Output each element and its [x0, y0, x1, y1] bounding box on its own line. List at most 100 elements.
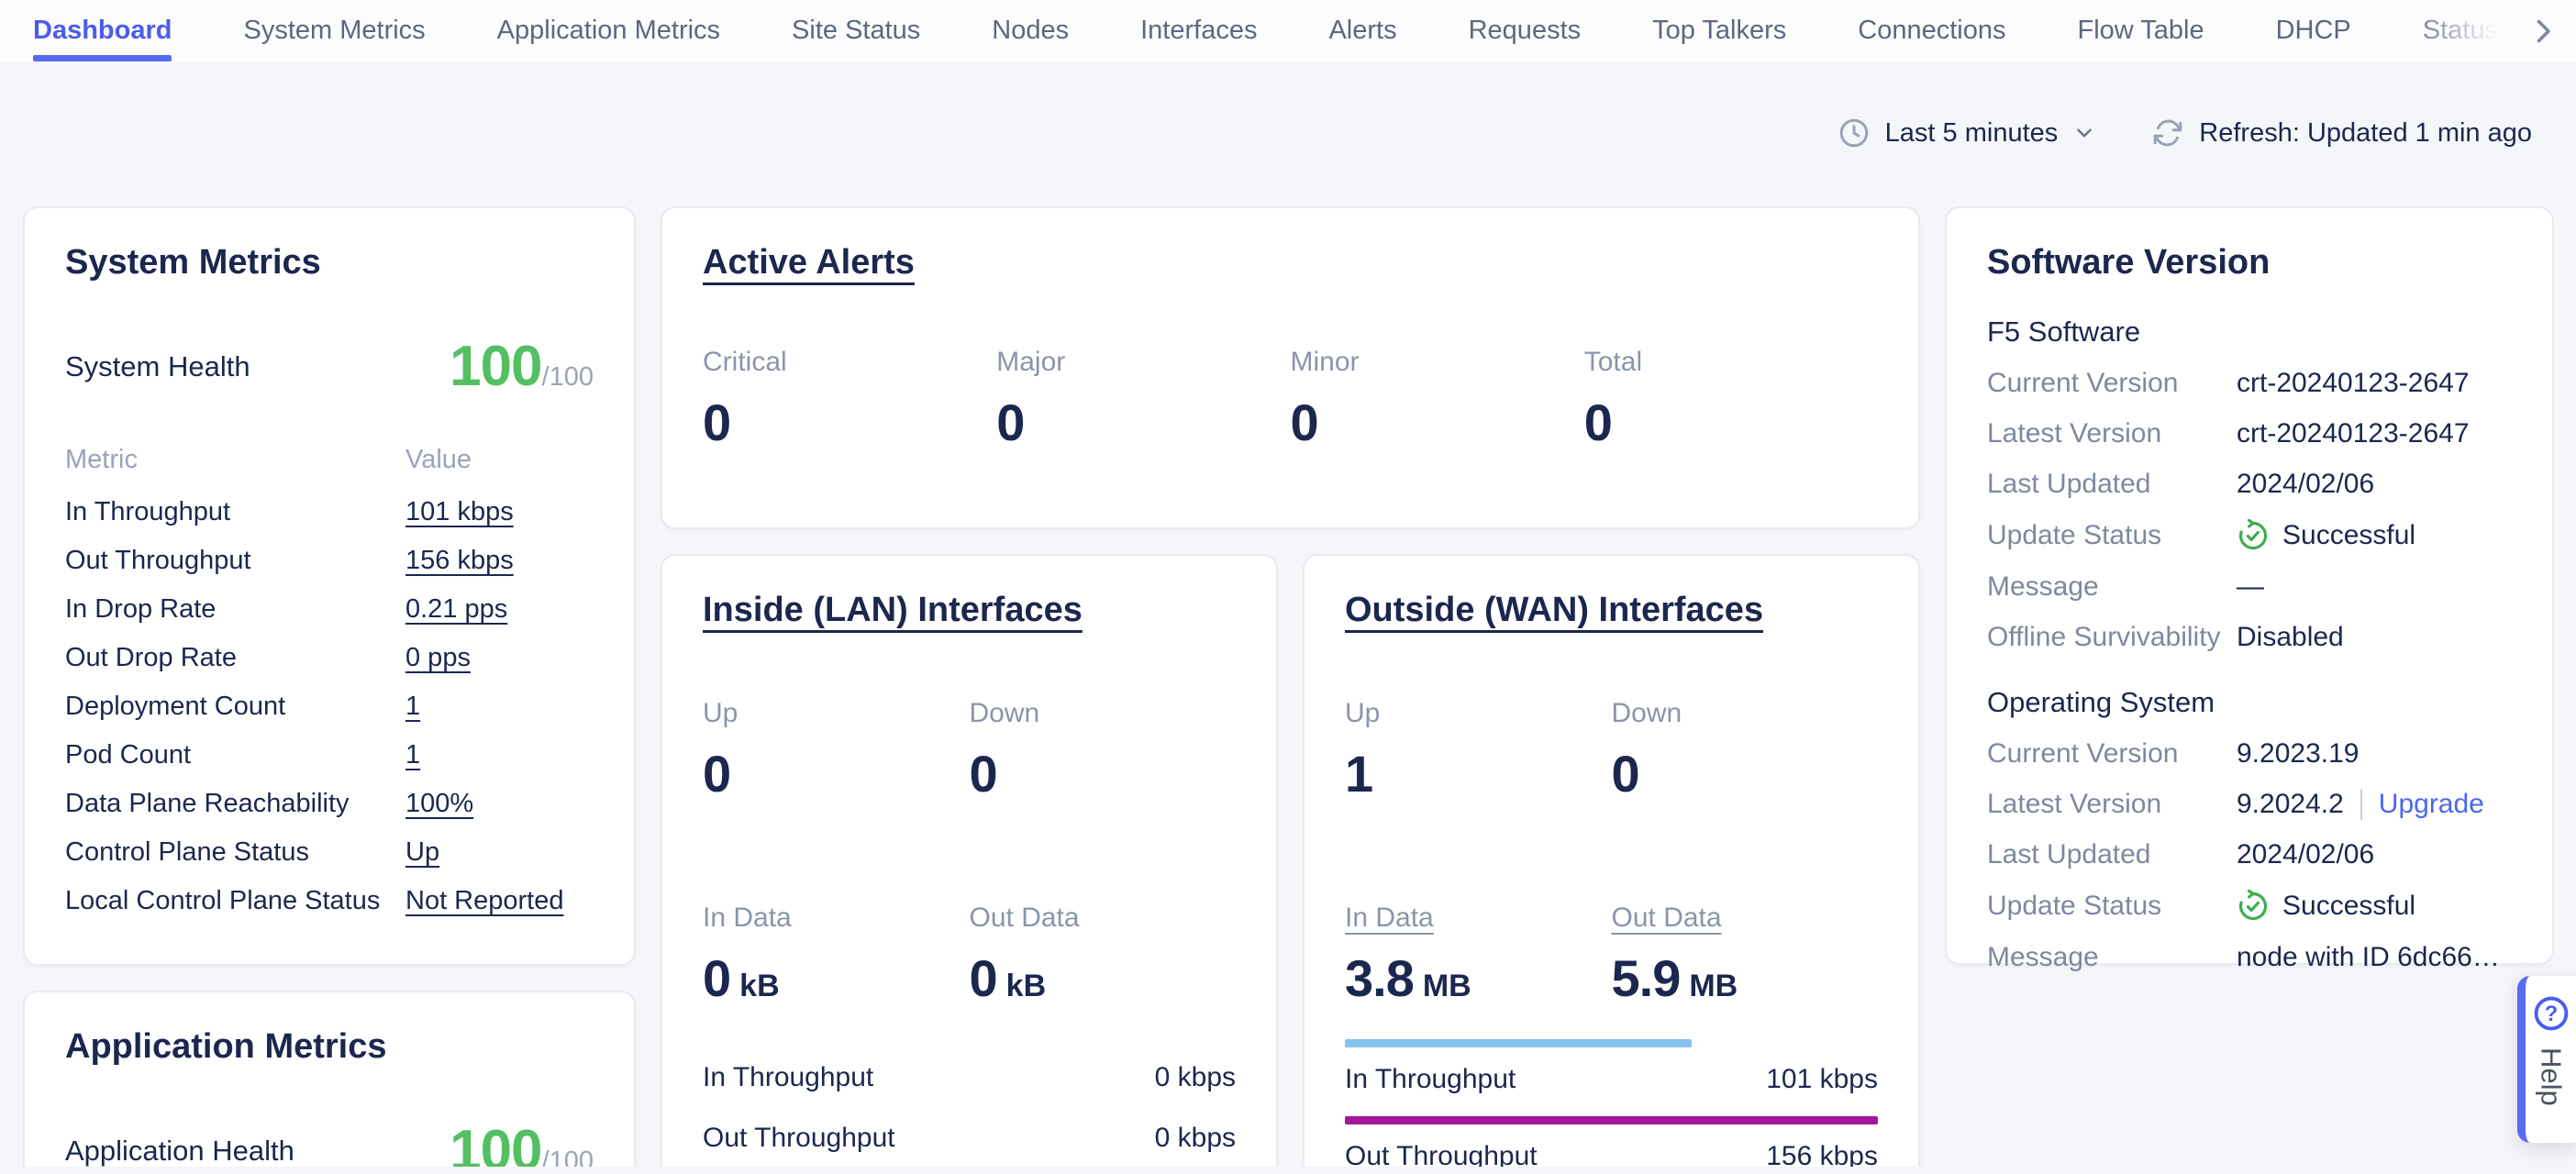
- dashboard-page: Dashboard System Metrics Application Met…: [0, 0, 2576, 1174]
- f5-offline-survivability: Disabled: [2237, 622, 2512, 653]
- lan-in-data-label: In Data: [703, 903, 970, 934]
- svg-text:?: ?: [2544, 1002, 2557, 1026]
- nav-tab[interactable]: Top Talkers: [1652, 0, 1786, 61]
- wan-up-stat: Up 1: [1345, 698, 1612, 803]
- table-header: Metric Value: [65, 445, 594, 475]
- nav-tab[interactable]: Requests: [1469, 0, 1582, 61]
- system-metrics-title: System Metrics: [65, 243, 594, 282]
- wan-updown-stats: Up 1 Down 0: [1345, 698, 1878, 803]
- nav-tab[interactable]: DHCP: [2276, 0, 2351, 61]
- nav-tab[interactable]: Connections: [1858, 0, 2005, 61]
- nav-tab[interactable]: Interfaces: [1140, 0, 1257, 61]
- system-health-label: System Health: [65, 350, 250, 383]
- alert-stat-label: Major: [996, 347, 1290, 378]
- lan-up-label: Up: [703, 698, 970, 729]
- f5-update-status-row: Update Status Successful: [1987, 519, 2512, 552]
- metric-label: Control Plane Status: [65, 837, 405, 868]
- main-content: System Metrics System Health 100 /100 Me…: [23, 206, 2554, 1167]
- column-header-value: Value: [405, 445, 594, 475]
- alert-stat-label: Critical: [703, 347, 996, 378]
- metric-value-link[interactable]: Not Reported: [405, 886, 594, 916]
- lan-title-link[interactable]: Inside (LAN) Interfaces: [703, 591, 1083, 630]
- metric-value-link[interactable]: 100%: [405, 789, 594, 819]
- wan-title-link[interactable]: Outside (WAN) Interfaces: [1345, 591, 1763, 630]
- f5-update-status: Successful: [2237, 519, 2512, 552]
- os-update-status: Successful: [2237, 890, 2512, 923]
- os-last-updated-row: Last Updated 2024/02/06: [1987, 839, 2512, 870]
- system-health-value: 100: [450, 334, 541, 399]
- lan-in-data-stat: In Data 0 kB: [703, 903, 970, 1008]
- success-check-icon: [2237, 519, 2270, 552]
- os-latest-version: 9.2024.2 Upgrade: [2237, 789, 2512, 820]
- f5-offline-survivability-row: Offline Survivability Disabled: [1987, 622, 2512, 653]
- alert-stat-value: 0: [703, 393, 996, 452]
- f5-last-updated: 2024/02/06: [2237, 469, 2512, 500]
- wan-data-stats: In Data 3.8 MB Out Data 5.9 MB: [1345, 903, 1878, 1008]
- table-row: Pod Count 1: [65, 740, 594, 767]
- nav-tab[interactable]: Dashboard: [33, 0, 172, 61]
- application-health-score: 100 /100: [450, 1118, 594, 1167]
- time-range-selector[interactable]: Last 5 minutes: [1838, 116, 2097, 150]
- vertical-divider: [2360, 789, 2362, 820]
- wan-in-throughput-row: In Throughput 101 kbps: [1345, 1061, 1878, 1098]
- metric-value-link[interactable]: 1: [405, 692, 594, 722]
- os-latest-version-row: Latest Version 9.2024.2 Upgrade: [1987, 789, 2512, 820]
- wan-in-data-link[interactable]: In Data: [1345, 903, 1612, 934]
- nav-tab[interactable]: Application Metrics: [497, 0, 720, 61]
- system-metrics-card: System Metrics System Health 100 /100 Me…: [23, 206, 636, 966]
- metric-value-link[interactable]: 0.21 pps: [405, 594, 594, 625]
- f5-software-section-header: F5 Software: [1987, 316, 2512, 349]
- metric-label: In Throughput: [65, 497, 405, 527]
- wan-down-stat: Down 0: [1612, 698, 1879, 803]
- help-tab[interactable]: ? Help: [2517, 976, 2576, 1143]
- nav-tab[interactable]: Alerts: [1328, 0, 1396, 61]
- upgrade-link[interactable]: Upgrade: [2379, 789, 2484, 820]
- center-column: Active Alerts Critical 0 Major 0: [661, 206, 1920, 1167]
- f5-current-version-row: Current Version crt-20240123-2647: [1987, 368, 2512, 399]
- wan-out-data-stat: Out Data 5.9 MB: [1612, 903, 1879, 1008]
- alert-stat: Critical 0: [703, 347, 996, 452]
- alert-stats: Critical 0 Major 0 Minor 0: [703, 347, 1878, 452]
- alert-stat-label: Total: [1584, 347, 1878, 378]
- metric-value-link[interactable]: 101 kbps: [405, 497, 594, 527]
- f5-latest-version: crt-20240123-2647: [2237, 418, 2512, 449]
- nav-tab[interactable]: Nodes: [992, 0, 1069, 61]
- help-label: Help: [2535, 1047, 2568, 1106]
- alert-stat: Major 0: [996, 347, 1290, 452]
- nav-tab[interactable]: Flow Table: [2078, 0, 2204, 61]
- chevron-down-icon: [2072, 121, 2096, 145]
- metric-value-link[interactable]: 156 kbps: [405, 546, 594, 576]
- refresh-icon: [2151, 116, 2184, 150]
- wan-out-data-link[interactable]: Out Data: [1612, 903, 1879, 934]
- lan-up-value: 0: [703, 744, 970, 803]
- lan-out-data-value: 0 kB: [970, 948, 1237, 1008]
- success-check-icon: [2237, 890, 2270, 923]
- wan-up-value: 1: [1345, 744, 1612, 803]
- nav-tab[interactable]: Site Status: [792, 0, 920, 61]
- lan-out-throughput-label: Out Throughput: [703, 1120, 895, 1157]
- system-health-total: /100: [542, 362, 594, 393]
- lan-updown-stats: Up 0 Down 0: [703, 698, 1236, 803]
- top-nav: Dashboard System Metrics Application Met…: [0, 0, 2576, 61]
- application-health-value: 100: [450, 1118, 541, 1167]
- metric-value-link[interactable]: 0 pps: [405, 643, 594, 673]
- lan-down-label: Down: [970, 698, 1237, 729]
- metric-label: In Drop Rate: [65, 594, 405, 625]
- wan-in-data-value: 3.8 MB: [1345, 948, 1612, 1008]
- metric-value-link[interactable]: 1: [405, 740, 594, 770]
- wan-in-data-stat: In Data 3.8 MB: [1345, 903, 1612, 1008]
- operating-system-section-header: Operating System: [1987, 686, 2512, 719]
- lan-in-throughput-label: In Throughput: [703, 1059, 873, 1096]
- table-row: Out Throughput 156 kbps: [65, 546, 594, 572]
- table-body: In Throughput 101 kbps Out Throughput 15…: [65, 497, 594, 913]
- refresh-button[interactable]: Refresh: Updated 1 min ago: [2151, 116, 2532, 150]
- time-range-label: Last 5 minutes: [1885, 118, 2059, 149]
- nav-tab[interactable]: System Metrics: [243, 0, 425, 61]
- system-health-row: System Health 100 /100: [65, 334, 594, 399]
- wan-interfaces-card: Outside (WAN) Interfaces Up 1 Down 0: [1303, 554, 1920, 1167]
- table-row: Control Plane Status Up: [65, 837, 594, 864]
- f5-message-row: Message —: [1987, 571, 2512, 603]
- active-alerts-title-link[interactable]: Active Alerts: [703, 243, 915, 282]
- metric-value-link[interactable]: Up: [405, 837, 594, 868]
- chevron-right-icon[interactable]: [2526, 15, 2559, 48]
